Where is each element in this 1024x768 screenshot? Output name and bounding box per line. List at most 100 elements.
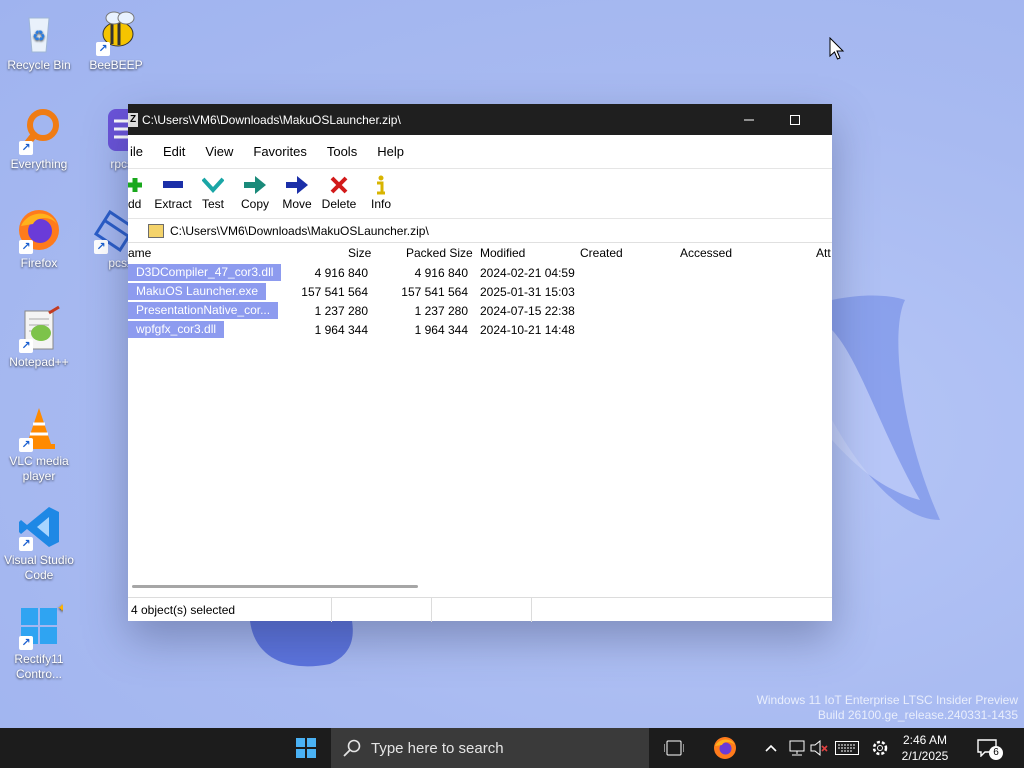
menu-file[interactable]: ile — [130, 144, 143, 159]
address-path: C:\Users\VM6\Downloads\MakuOSLauncher.zi… — [170, 223, 429, 238]
settings-button[interactable] — [866, 728, 894, 768]
move-icon — [286, 176, 308, 194]
file-modified: 2024-07-15 22:38 — [480, 304, 575, 318]
add-button[interactable]: dd — [128, 169, 148, 211]
maximize-button[interactable] — [772, 104, 818, 135]
column-attributes[interactable]: Att — [816, 246, 831, 260]
file-row[interactable]: wpfgfx_cor3.dll 1 964 344 1 964 344 2024… — [128, 320, 832, 339]
file-packed-size: 1 964 344 — [414, 323, 468, 337]
file-row[interactable]: PresentationNative_cor... 1 237 280 1 23… — [128, 301, 832, 320]
status-bar: 4 object(s) selected — [128, 597, 832, 622]
shortcut-arrow-icon: ↗ — [19, 240, 33, 254]
desktop-icon-everything[interactable]: ↗ Everything — [1, 107, 77, 172]
horizontal-scrollbar[interactable] — [132, 585, 418, 588]
shortcut-arrow-icon: ↗ — [19, 636, 33, 650]
menu-help[interactable]: Help — [377, 144, 404, 159]
menu-favorites[interactable]: Favorites — [253, 144, 306, 159]
file-size: 1 964 344 — [314, 323, 368, 337]
copy-icon — [244, 176, 266, 194]
file-row[interactable]: MakuOS Launcher.exe 157 541 564 157 541 … — [128, 282, 832, 301]
column-created[interactable]: Created — [580, 246, 623, 260]
start-button[interactable] — [286, 728, 326, 768]
desktop-icon-recycle-bin[interactable]: ♻ Recycle Bin — [1, 8, 77, 73]
desktop-icon-firefox[interactable]: ↗ Firefox — [1, 206, 77, 271]
file-packed-size: 1 237 280 — [414, 304, 468, 318]
notepadpp-icon: ↗ — [15, 305, 63, 353]
task-view-icon — [664, 740, 684, 756]
move-button[interactable]: Move — [276, 169, 318, 211]
keyboard-button[interactable] — [832, 728, 862, 768]
clock-time: 2:46 AM — [902, 733, 948, 747]
test-button[interactable]: Test — [192, 169, 234, 211]
volume-muted-icon — [810, 740, 828, 756]
system-clock[interactable]: 2:46 AM 2/1/2025 — [896, 732, 954, 764]
firefox-icon: ↗ — [15, 206, 63, 254]
minimize-button[interactable] — [726, 104, 772, 135]
notifications-button[interactable]: 6 — [972, 728, 1003, 768]
file-modified: 2024-10-21 14:48 — [480, 323, 575, 337]
menu-tools[interactable]: Tools — [327, 144, 357, 159]
add-icon — [128, 178, 142, 192]
everything-search-icon: ↗ — [15, 107, 63, 155]
column-modified[interactable]: Modified — [480, 246, 525, 260]
volume-button[interactable] — [808, 728, 830, 768]
recycle-bin-icon: ♻ — [15, 8, 63, 56]
shortcut-arrow-icon: ↗ — [96, 42, 110, 56]
column-name[interactable]: ame — [128, 246, 151, 260]
extract-button[interactable]: Extract — [154, 169, 192, 211]
info-button[interactable]: Info — [360, 169, 402, 211]
file-modified: 2024-02-21 04:59 — [480, 266, 575, 280]
file-size: 4 916 840 — [314, 266, 368, 280]
delete-button[interactable]: Delete — [318, 169, 360, 211]
firefox-icon — [714, 737, 736, 759]
windows-logo-icon — [296, 738, 316, 758]
svg-text:✦: ✦ — [57, 602, 63, 615]
archive-folder-icon — [148, 223, 164, 238]
chevron-up-icon — [765, 744, 777, 752]
vscode-icon: ↗ — [15, 503, 63, 551]
column-size[interactable]: Size — [348, 246, 371, 260]
shortcut-arrow-icon: ↗ — [19, 141, 33, 155]
status-panel-size — [332, 598, 432, 622]
network-button[interactable] — [786, 728, 808, 768]
minimize-icon — [744, 119, 754, 120]
desktop-icon-vlc[interactable]: ↗ VLC media player — [1, 404, 77, 484]
column-packed-size[interactable]: Packed Size — [406, 246, 473, 260]
file-manager-window[interactable]: Z C:\Users\VM6\Downloads\MakuOSLauncher.… — [128, 104, 832, 622]
desktop-icon-notepadpp[interactable]: ↗ Notepad++ — [1, 305, 77, 370]
task-view-button[interactable] — [656, 728, 692, 768]
shortcut-arrow-icon: ↗ — [19, 438, 33, 452]
file-row[interactable]: D3DCompiler_47_cor3.dll 4 916 840 4 916 … — [128, 263, 832, 282]
desktop-icon-vscode[interactable]: ↗ Visual Studio Code — [1, 503, 77, 583]
notification-count-badge: 6 — [989, 746, 1003, 760]
copy-button[interactable]: Copy — [234, 169, 276, 211]
keyboard-icon — [835, 741, 859, 755]
desktop-icon-rectify11[interactable]: ✦ ↗ Rectify11 Contro... — [1, 601, 77, 682]
show-hidden-icons-button[interactable] — [762, 728, 780, 768]
network-icon — [789, 740, 805, 756]
status-panel-packed — [432, 598, 532, 622]
shortcut-arrow-icon: ↗ — [94, 240, 108, 254]
test-icon — [202, 177, 224, 193]
file-size: 157 541 564 — [301, 285, 368, 299]
desktop-icon-beebeep[interactable]: ↗ BeeBEEP — [78, 8, 154, 73]
menu-view[interactable]: View — [205, 144, 233, 159]
clock-date: 2/1/2025 — [901, 749, 949, 763]
extract-icon — [163, 181, 183, 188]
menu-edit[interactable]: Edit — [163, 144, 185, 159]
search-icon — [343, 739, 361, 757]
info-icon — [377, 175, 385, 195]
file-name: D3DCompiler_47_cor3.dll — [128, 264, 282, 281]
shortcut-arrow-icon: ↗ — [19, 339, 33, 353]
taskbar-search-box[interactable]: Type here to search — [331, 728, 649, 768]
column-accessed[interactable]: Accessed — [680, 246, 732, 260]
address-bar[interactable]: C:\Users\VM6\Downloads\MakuOSLauncher.zi… — [128, 219, 832, 243]
taskbar-firefox-button[interactable] — [706, 728, 744, 768]
gear-icon — [872, 740, 888, 756]
status-selection: 4 object(s) selected — [128, 598, 332, 622]
file-name: wpfgfx_cor3.dll — [128, 321, 225, 338]
vlc-cone-icon: ↗ — [15, 404, 63, 452]
search-placeholder: Type here to search — [371, 739, 504, 757]
maximize-icon — [790, 114, 800, 125]
window-titlebar[interactable]: Z C:\Users\VM6\Downloads\MakuOSLauncher.… — [128, 104, 832, 135]
